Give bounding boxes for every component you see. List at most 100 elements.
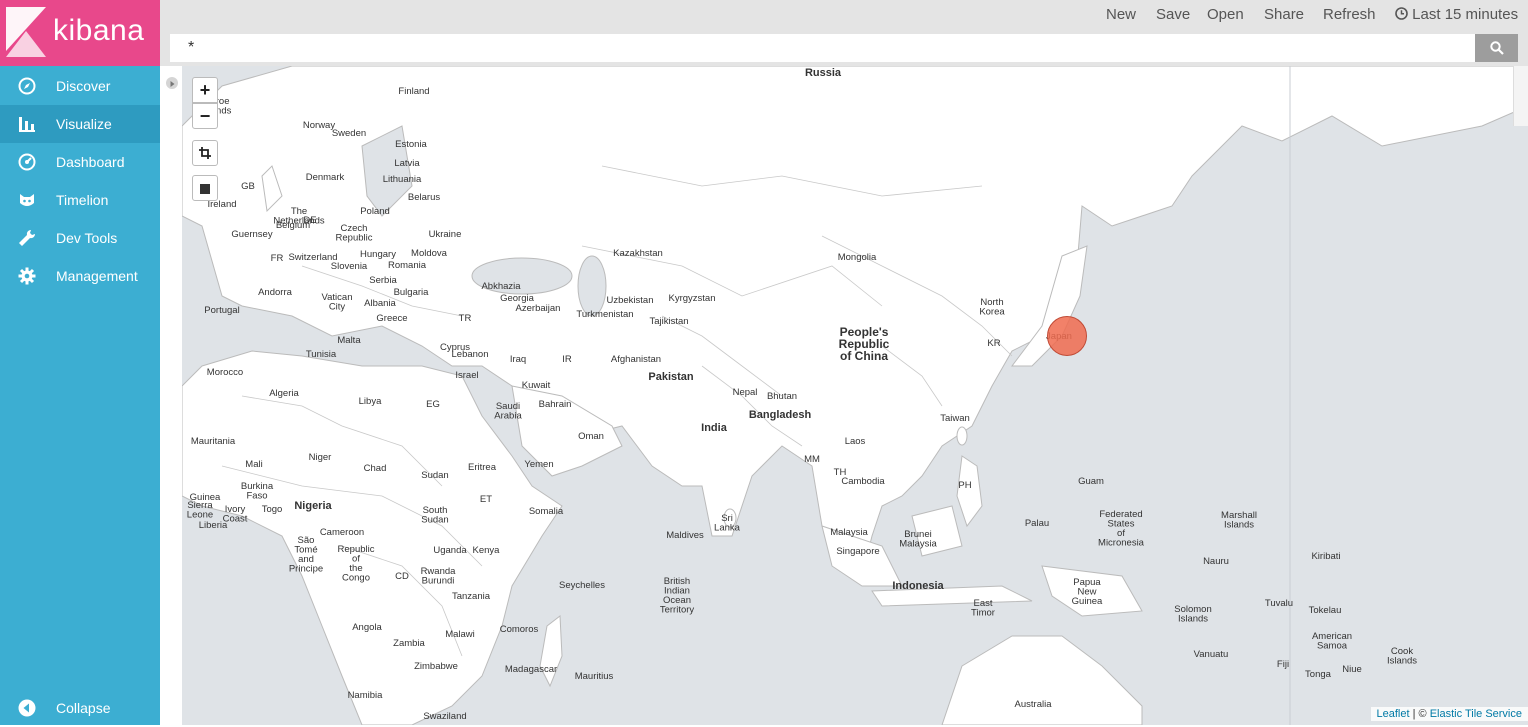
map-label: Nauru	[1203, 556, 1229, 567]
map-label: Tajikistan	[649, 316, 688, 327]
map-label: Albania	[364, 298, 396, 309]
map-label: India	[701, 422, 728, 434]
map-label: Niger	[309, 452, 332, 463]
attribution-separator: | ©	[1409, 708, 1430, 720]
draw-rectangle-button[interactable]	[192, 175, 218, 201]
map-label: Angola	[352, 622, 382, 633]
map-label: Bulgaria	[394, 287, 430, 298]
scrollbar[interactable]	[1513, 66, 1528, 126]
map-label: CD	[395, 571, 409, 582]
nav-label: Timelion	[56, 192, 109, 208]
map-label: Belgium	[276, 220, 310, 231]
leaflet-link[interactable]: Leaflet	[1377, 708, 1410, 720]
map-label: Latvia	[394, 158, 420, 169]
map-label: Papua New Guinea	[1072, 577, 1103, 607]
map-label: Federated States of Micronesia	[1098, 509, 1145, 549]
fit-bounds-button[interactable]	[192, 140, 218, 166]
gear-icon	[18, 267, 36, 285]
map-label: Norway	[303, 120, 335, 131]
map-label: Brunei Malaysia	[899, 529, 937, 550]
zoom-in-button[interactable]: +	[192, 77, 218, 103]
japan-marker[interactable]	[1047, 316, 1087, 356]
nav-discover[interactable]: Discover	[0, 67, 160, 105]
collapse-button[interactable]: Collapse	[0, 689, 160, 727]
visualization-panel: Russia Finland aroe lands Norway Sweden Estoni…	[160, 66, 1528, 725]
map-label: Oman	[578, 431, 604, 442]
map-label: Turkmenistan	[576, 309, 633, 320]
map-label: Romania	[388, 260, 427, 271]
share-button[interactable]: Share	[1264, 6, 1304, 23]
map-label: Israel	[455, 370, 478, 381]
map-label: Kyrgyzstan	[669, 293, 716, 304]
map-label: Madagascar	[505, 664, 557, 675]
time-picker[interactable]: Last 15 minutes	[1395, 6, 1518, 23]
nav-label: Visualize	[56, 116, 112, 132]
map-label: Libya	[359, 396, 382, 407]
nav-management[interactable]: Management	[0, 257, 160, 295]
map-label: Cameroon	[320, 527, 364, 538]
new-button[interactable]: New	[1106, 6, 1136, 23]
map-label: Seychelles	[559, 580, 605, 591]
elastic-tile-service-link[interactable]: Elastic Tile Service	[1430, 708, 1522, 720]
map-label: Moldova	[411, 248, 448, 259]
map-label: Marshall Islands	[1221, 510, 1257, 531]
map-label: People's Republic of China	[839, 325, 890, 363]
map-attribution: Leaflet | © Elastic Tile Service	[1370, 707, 1528, 721]
nav-visualize[interactable]: Visualize	[0, 105, 160, 143]
nav-label: Dev Tools	[56, 230, 118, 246]
map-label: Rwanda Burundi	[421, 566, 457, 587]
map-label: East Timor	[971, 598, 995, 619]
map-label: Laos	[845, 436, 866, 447]
map-label: Burkina Faso	[241, 481, 274, 502]
cat-face-icon	[20, 194, 34, 206]
map-label: Vanuatu	[1194, 649, 1229, 660]
map-label: Togo	[262, 504, 283, 515]
map-label: Bangladesh	[749, 409, 812, 421]
nav-label: Management	[56, 268, 138, 284]
map-label: Palau	[1025, 518, 1049, 529]
map-label: Zimbabwe	[414, 661, 458, 672]
kibana-logo[interactable]: kibana	[0, 0, 160, 66]
map-label: Comoros	[500, 624, 539, 635]
nav-dashboard[interactable]: Dashboard	[0, 143, 160, 181]
open-button[interactable]: Open	[1207, 6, 1244, 23]
map-label: Swaziland	[423, 711, 466, 722]
map-label: Estonia	[395, 139, 427, 150]
collapse-panel-toggle[interactable]	[166, 77, 178, 89]
refresh-button[interactable]: Refresh	[1323, 6, 1376, 23]
map-label: Czech Republic	[336, 223, 373, 244]
map-label: Namibia	[348, 690, 384, 701]
map-label: Uzbekistan	[607, 295, 654, 306]
map-label: GB	[241, 181, 255, 192]
map-label: Cambodia	[841, 476, 885, 487]
save-button[interactable]: Save	[1156, 6, 1190, 23]
map-label: ET	[480, 494, 492, 505]
map-label: Kazakhstan	[613, 248, 663, 259]
map-label: Poland	[360, 206, 390, 217]
sidebar: kibana Discover Visualize Dashboard Time…	[0, 0, 160, 725]
map-label: Malaysia	[830, 527, 868, 538]
query-input[interactable]: *	[170, 34, 1475, 62]
map-label: KR	[987, 338, 1000, 349]
nav-timelion[interactable]: Timelion	[0, 181, 160, 219]
map-label: Mongolia	[838, 252, 877, 263]
map-label: Algeria	[269, 388, 299, 399]
map-label: American Samoa	[1312, 631, 1352, 652]
map-label: British Indian Ocean Territory	[660, 576, 695, 616]
chevron-left-circle-icon	[18, 699, 36, 717]
tile-map[interactable]: Russia Finland aroe lands Norway Sweden Estoni…	[182, 66, 1528, 725]
map-label: Uganda	[433, 545, 467, 556]
map-label: EG	[426, 399, 440, 410]
map-label: Russia	[805, 67, 842, 79]
map-label: Somalia	[529, 506, 564, 517]
nav-dev-tools[interactable]: Dev Tools	[0, 219, 160, 257]
bar-chart-icon	[19, 117, 35, 132]
map-label: Nepal	[733, 387, 758, 398]
map-label: Kenya	[473, 545, 501, 556]
compass-icon	[18, 77, 36, 95]
map-label: Saudi Arabia	[494, 401, 522, 422]
search-button[interactable]	[1475, 34, 1518, 62]
zoom-out-button[interactable]: −	[192, 103, 218, 129]
map-label: Finland	[398, 86, 429, 97]
map-label: Nigeria	[294, 500, 332, 512]
